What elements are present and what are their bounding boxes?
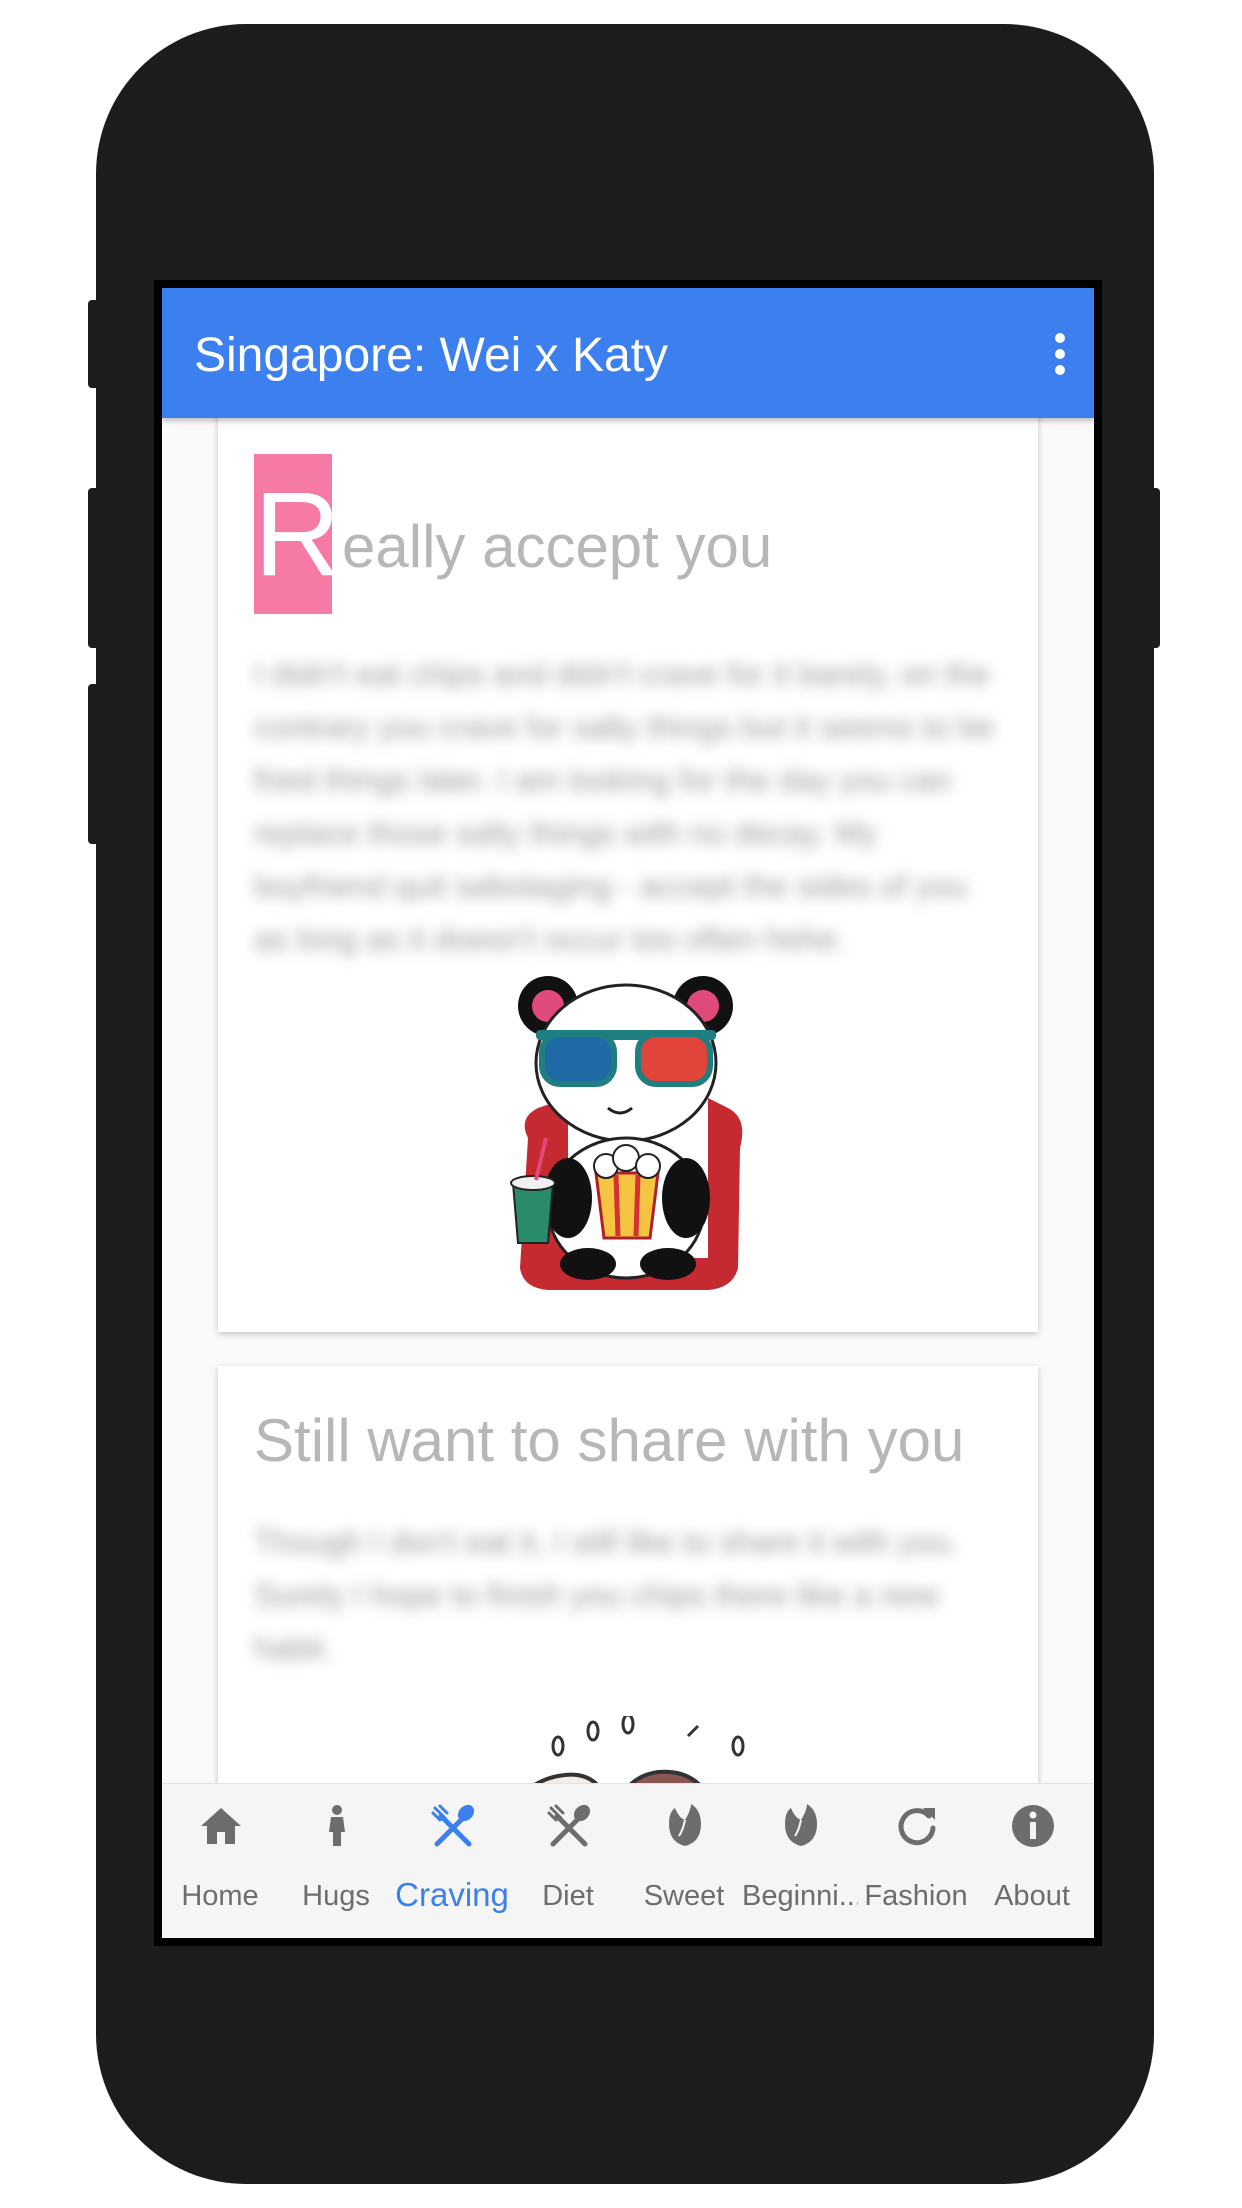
nav-label: Home bbox=[181, 1880, 259, 1912]
home-icon bbox=[201, 1808, 241, 1844]
nav-item-home[interactable]: Home bbox=[162, 1784, 278, 1938]
scroll-content[interactable]: R eally accept you I didn't eat chips an… bbox=[162, 418, 1094, 1783]
fork-spoon-icon bbox=[431, 1804, 475, 1847]
nav-label: Diet bbox=[542, 1880, 594, 1912]
nav-label: About bbox=[994, 1880, 1070, 1912]
nav-item-craving[interactable]: Craving bbox=[394, 1784, 510, 1938]
nav-label: Craving bbox=[395, 1876, 509, 1913]
nav-item-beginning[interactable]: Beginni... bbox=[742, 1784, 858, 1938]
panda-cinema-illustration bbox=[510, 976, 743, 1290]
sleepy-faces-sketch bbox=[534, 1716, 745, 1783]
person-icon bbox=[329, 1805, 345, 1846]
nav-label: Sweet bbox=[643, 1880, 725, 1912]
app-title: Singapore: Wei x Katy bbox=[194, 329, 669, 382]
nav-item-hugs[interactable]: Hugs bbox=[278, 1784, 394, 1938]
drop-cap: R bbox=[254, 454, 341, 614]
nav-item-diet[interactable]: Diet bbox=[510, 1784, 626, 1938]
nav-item-sweet[interactable]: Sweet bbox=[626, 1784, 742, 1938]
card-title: Still want to share with you bbox=[254, 1407, 965, 1474]
nav-label: Beginni... bbox=[742, 1880, 858, 1912]
phone-volume-down-button bbox=[88, 684, 102, 844]
card-body-text: I didn't eat chips and didn't crave for … bbox=[254, 656, 994, 957]
app-screen: Singapore: Wei x Katy R eally accept you… bbox=[154, 280, 1102, 1946]
nav-item-about[interactable]: About bbox=[974, 1784, 1090, 1938]
card-body-text: Though I don't eat it, I still like to s… bbox=[254, 1524, 960, 1666]
phone-power-button bbox=[1146, 488, 1160, 648]
card-really-accept-you: R eally accept you I didn't eat chips an… bbox=[218, 418, 1038, 1332]
nav-item-fashion[interactable]: Fashion bbox=[858, 1784, 974, 1938]
phone-volume-up-button bbox=[88, 488, 102, 648]
nav-label: Fashion bbox=[864, 1880, 968, 1912]
fork-spoon-icon bbox=[547, 1804, 591, 1847]
bottom-navigation: Home Hugs Craving Diet Sweet Beginni... … bbox=[162, 1783, 1094, 1938]
phone-side-button bbox=[88, 300, 102, 388]
app-bar: Singapore: Wei x Katy bbox=[162, 288, 1094, 418]
refresh-icon bbox=[898, 1808, 936, 1846]
card-still-want-to-share: Still want to share with you Though I do… bbox=[218, 1366, 1038, 1783]
nav-label: Hugs bbox=[302, 1880, 370, 1912]
card-title: eally accept you bbox=[342, 513, 773, 580]
tulip-icon bbox=[669, 1804, 701, 1846]
info-icon bbox=[1012, 1805, 1054, 1847]
more-vert-icon[interactable] bbox=[1050, 330, 1070, 378]
tulip-icon bbox=[785, 1804, 817, 1846]
